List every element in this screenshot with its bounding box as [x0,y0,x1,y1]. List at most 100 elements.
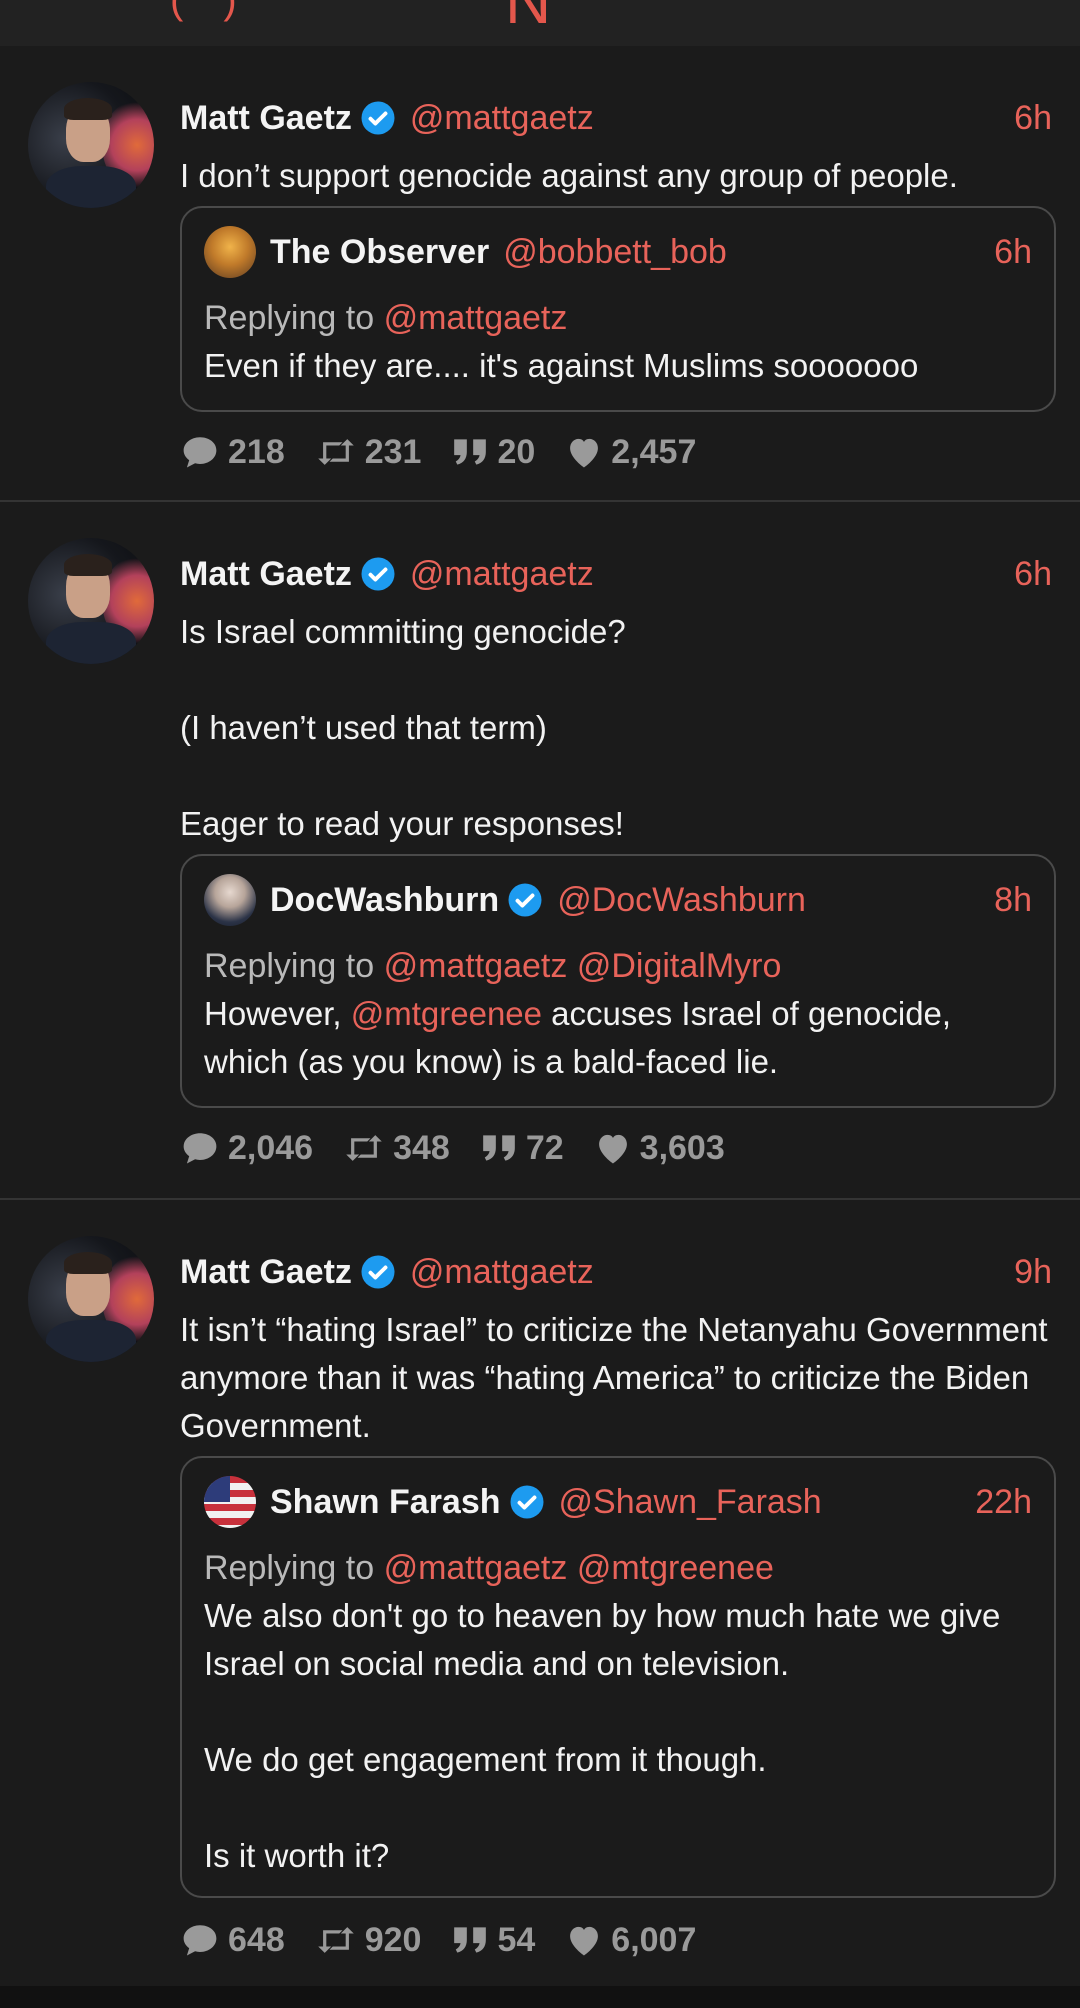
post[interactable]: Matt Gaetz @mattgaetz 6h I don’t support… [0,46,1080,502]
quote-avatar[interactable] [204,874,256,926]
quote-stat[interactable]: 72 [480,1129,564,1168]
replying-label: Replying to [204,1549,375,1587]
like-count: 3,603 [639,1128,725,1167]
replying-label: Replying to [204,299,375,337]
reply-stat[interactable]: 2,046 [180,1129,313,1168]
quote-author-name[interactable]: DocWashburn [270,881,499,920]
replying-mention[interactable]: @mattgaetz @DigitalMyro [384,947,782,985]
bottom-edge [0,1986,1080,2008]
quote-icon [454,1927,487,1953]
quote-avatar[interactable] [204,1476,256,1528]
like-stat[interactable]: 3,603 [594,1129,725,1168]
quote-icon [482,1135,515,1161]
post-text: It isn’t “hating Israel” to criticize th… [180,1311,1048,1444]
top-bar: () N [0,0,1080,46]
quote-count: 20 [497,432,536,471]
quote-header: The Observer @bobbett_bob [270,230,727,274]
author-name[interactable]: Matt Gaetz [180,1253,352,1292]
repost-count: 920 [364,1920,422,1959]
quote-text-prefix: However, [204,995,351,1032]
quoted-post[interactable]: Shawn Farash @Shawn_Farash 22h Replying … [180,1456,1056,1898]
quote-author-name[interactable]: The Observer [270,233,489,272]
replying-mention[interactable]: @mattgaetz @mtgreenee [384,1549,774,1587]
quote-time[interactable]: 8h [994,878,1032,922]
comment-icon [183,1133,217,1164]
quote-author-name[interactable]: Shawn Farash [270,1483,501,1522]
author-handle[interactable]: @mattgaetz [410,99,594,138]
replying-line: Replying to @mattgaetz @DigitalMyro [204,944,781,988]
comment-icon [183,437,217,468]
quote-stat[interactable]: 54 [451,1921,535,1960]
post-text: I don’t support genocide against any gro… [180,157,958,194]
like-count: 6,007 [611,1920,697,1959]
post-header: Matt Gaetz @mattgaetz [180,96,594,140]
reply-stat[interactable]: 218 [180,433,285,472]
author-name[interactable]: Matt Gaetz [180,555,352,594]
post-time[interactable]: 9h [1014,1250,1052,1294]
repost-icon [346,1135,382,1161]
post-header: Matt Gaetz @mattgaetz [180,552,594,596]
post[interactable]: Matt Gaetz @mattgaetz 9h It isn’t “hatin… [0,1200,1080,1986]
reply-count: 218 [228,432,285,471]
like-stat[interactable]: 2,457 [565,433,696,472]
replying-line: Replying to @mattgaetz @mtgreenee [204,1546,774,1590]
repost-icon [317,439,354,465]
reply-count: 648 [228,1920,285,1959]
comment-icon [183,1925,217,1956]
post-time[interactable]: 6h [1014,96,1052,140]
repost-stat[interactable]: 920 [315,1920,422,1960]
repost-count: 231 [364,432,422,471]
quote-text: However, @mtgreenee accuses Israel of ge… [204,990,1036,1086]
heart-icon [598,1134,627,1164]
post-text: Is Israel committing genocide? (I haven’… [180,613,626,842]
verified-icon [508,883,542,917]
quote-header: DocWashburn @DocWashburn [270,878,806,922]
post-header: Matt Gaetz @mattgaetz [180,1250,594,1294]
repost-stat[interactable]: 231 [315,432,422,472]
avatar[interactable] [28,82,154,208]
quote-time[interactable]: 6h [994,230,1032,274]
quote-text: We also don't go to heaven by how much h… [204,1597,1001,1874]
app-logo-icon[interactable]: N [505,0,551,38]
like-stat[interactable]: 6,007 [565,1921,696,1960]
quote-author-handle[interactable]: @bobbett_bob [503,233,727,272]
back-icon[interactable]: () [170,0,277,23]
repost-icon [317,1927,354,1953]
post-stats: 218 231 20 2,457 [180,430,726,474]
quoted-post[interactable]: DocWashburn @DocWashburn 8h Replying to … [180,854,1056,1108]
quote-avatar[interactable] [204,226,256,278]
post-stats: 2,046 348 72 3,603 [180,1126,755,1170]
post[interactable]: Matt Gaetz @mattgaetz 6h Is Israel commi… [0,502,1080,1200]
quote-count: 54 [497,1920,536,1959]
verified-icon [361,1255,395,1289]
author-name[interactable]: Matt Gaetz [180,99,352,138]
reply-count: 2,046 [228,1128,314,1167]
quote-author-handle[interactable]: @DocWashburn [557,881,806,920]
quote-text-mention[interactable]: @mtgreenee [351,995,542,1032]
replying-mention[interactable]: @mattgaetz [384,299,568,337]
repost-count: 348 [393,1128,450,1167]
quote-text: Even if they are.... it's against Muslim… [204,347,919,384]
quote-author-handle[interactable]: @Shawn_Farash [559,1483,822,1522]
repost-stat[interactable]: 348 [343,1129,450,1168]
reply-stat[interactable]: 648 [180,1921,285,1960]
quote-time[interactable]: 22h [975,1480,1032,1524]
quote-header: Shawn Farash @Shawn_Farash [270,1480,822,1524]
verified-icon [361,101,395,135]
quote-stat[interactable]: 20 [451,433,535,472]
verified-icon [361,557,395,591]
avatar[interactable] [28,1236,154,1362]
heart-icon [570,438,599,468]
like-count: 2,457 [611,432,697,471]
replying-label: Replying to [204,947,375,985]
quote-count: 72 [525,1128,564,1167]
post-time[interactable]: 6h [1014,552,1052,596]
quoted-post[interactable]: The Observer @bobbett_bob 6h Replying to… [180,206,1056,412]
avatar[interactable] [28,538,154,664]
verified-icon [510,1485,544,1519]
heart-icon [570,1926,599,1956]
author-handle[interactable]: @mattgaetz [410,555,594,594]
author-handle[interactable]: @mattgaetz [410,1253,594,1292]
post-stats: 648 920 54 6,007 [180,1918,726,1962]
quote-icon [454,439,487,465]
